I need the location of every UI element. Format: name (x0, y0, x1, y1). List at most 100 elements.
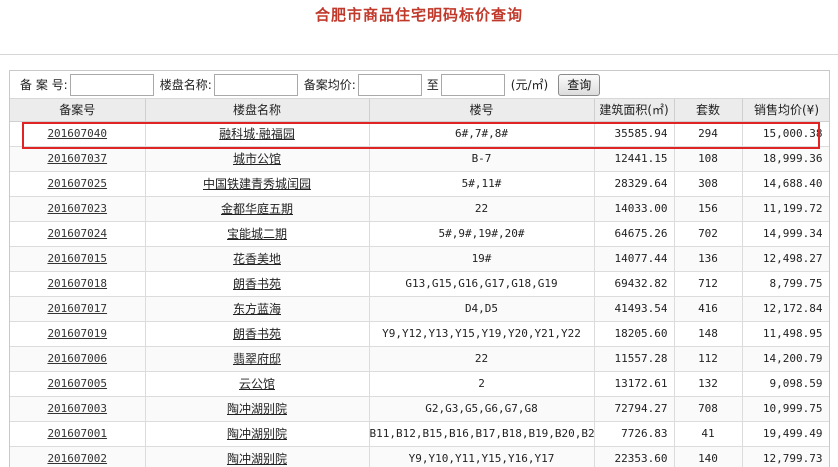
record-no-cell: 201607023 (10, 196, 146, 222)
project-name-link[interactable]: 云公馆 (239, 377, 275, 391)
record-no-label: 备 案 号: (20, 78, 68, 92)
record-no-link[interactable]: 201607025 (47, 177, 107, 190)
table-header-row: 备案号 楼盘名称 楼号 建筑面积(㎡) 套数 销售均价(¥) (10, 99, 829, 122)
record-no-cell: 201607005 (10, 371, 146, 397)
unit-count-cell: 708 (674, 396, 743, 422)
unit-count-cell: 712 (674, 271, 743, 297)
record-no-cell: 201607040 (10, 121, 146, 147)
unit-count-cell: 416 (674, 296, 743, 322)
query-button[interactable]: 查询 (558, 73, 601, 96)
avg-price-cell: 19,499.49 (742, 421, 829, 447)
avg-price-cell: 8,799.75 (742, 271, 829, 297)
record-no-link[interactable]: 201607024 (47, 227, 107, 240)
unit-count-cell: 294 (674, 121, 743, 147)
price-unit-label: (元/㎡) (510, 78, 549, 92)
project-name-input[interactable] (213, 73, 298, 96)
avg-price-cell: 11,498.95 (742, 321, 829, 347)
record-no-link[interactable]: 201607006 (47, 352, 107, 365)
record-no-link[interactable]: 201607040 (47, 127, 107, 140)
page-title: 合肥市商品住宅明码标价查询 (314, 6, 523, 24)
building-no-cell: 22 (369, 196, 595, 222)
record-no-cell: 201607003 (10, 396, 146, 422)
building-no-cell: 5#,9#,19#,20# (369, 221, 595, 247)
col-header-building-no: 楼号 (369, 99, 595, 122)
table-row: 201607002 陶冲湖别院 Y9,Y10,Y11,Y15,Y16,Y17 2235… (10, 446, 829, 467)
project-name-link[interactable]: 翡翠府邸 (233, 352, 281, 366)
project-name-link[interactable]: 陶冲湖别院 (227, 402, 287, 416)
table-row: 201607017 东方蓝海 D4,D5 41493.54 416 12,172.84 (10, 296, 829, 322)
unit-count-cell: 41 (674, 421, 743, 447)
title-divider (0, 54, 838, 55)
table-row: 201607003 陶冲湖别院 G2,G3,G5,G6,G7,G8 72794.27 7… (10, 396, 829, 422)
avg-price-cell: 11,199.72 (742, 196, 829, 222)
project-name-cell: 融科城·融福园 (145, 121, 370, 147)
project-name-link[interactable]: 东方蓝海 (233, 302, 281, 316)
price-table-panel: 备 案 号: 楼盘名称: 备案均价: 至 (元/㎡) 查询 备案号 楼盘名称 楼… (9, 70, 830, 467)
record-no-cell: 201607025 (10, 171, 146, 197)
col-header-unit-count: 套数 (674, 99, 743, 122)
to-label: 至 (426, 78, 439, 92)
unit-count-cell: 132 (674, 371, 743, 397)
project-name-cell: 云公馆 (145, 371, 370, 397)
search-bar: 备 案 号: 楼盘名称: 备案均价: 至 (元/㎡) 查询 (10, 71, 829, 99)
project-name-link[interactable]: 城市公馆 (233, 152, 281, 166)
table-row: 201607006 翡翠府邸 22 11557.28 112 14,200.79 (10, 346, 829, 372)
project-name-link[interactable]: 金都华庭五期 (221, 202, 293, 216)
price-from-input[interactable] (357, 73, 422, 96)
floor-area-cell: 18205.60 (594, 321, 675, 347)
project-name-link[interactable]: 中国铁建青秀城闰园 (203, 177, 311, 191)
record-no-cell: 201607024 (10, 221, 146, 247)
project-name-cell: 宝能城二期 (145, 221, 370, 247)
project-name-link[interactable]: 融科城·融福园 (219, 127, 295, 141)
unit-count-cell: 702 (674, 221, 743, 247)
table-row: 201607019 朗香书苑 Y9,Y12,Y13,Y15,Y19,Y20,Y21,… (10, 321, 829, 347)
record-no-link[interactable]: 201607019 (47, 327, 107, 340)
record-no-link[interactable]: 201607037 (47, 152, 107, 165)
project-name-cell: 东方蓝海 (145, 296, 370, 322)
floor-area-cell: 12441.15 (594, 146, 675, 172)
project-name-link[interactable]: 陶冲湖别院 (227, 427, 287, 441)
unit-count-cell: 136 (674, 246, 743, 272)
col-header-avg-price: 销售均价(¥) (742, 99, 829, 122)
record-no-link[interactable]: 201607003 (47, 402, 107, 415)
building-no-cell: 6#,7#,8# (369, 121, 595, 147)
record-no-link[interactable]: 201607002 (47, 452, 107, 465)
price-to-input[interactable] (440, 73, 505, 96)
record-no-link[interactable]: 201607005 (47, 377, 107, 390)
project-name-link[interactable]: 花香美地 (233, 252, 281, 266)
floor-area-cell: 41493.54 (594, 296, 675, 322)
building-no-cell: 2 (369, 371, 595, 397)
record-no-link[interactable]: 201607023 (47, 202, 107, 215)
avg-price-label: 备案均价: (303, 78, 356, 92)
record-no-link[interactable]: 201607018 (47, 277, 107, 290)
floor-area-cell: 13172.61 (594, 371, 675, 397)
building-no-cell: 5#,11# (369, 171, 595, 197)
project-name-link[interactable]: 宝能城二期 (227, 227, 287, 241)
record-no-cell: 201607002 (10, 446, 146, 467)
unit-count-cell: 112 (674, 346, 743, 372)
project-name-cell: 花香美地 (145, 246, 370, 272)
results-table: 备案号 楼盘名称 楼号 建筑面积(㎡) 套数 销售均价(¥) 201607040… (10, 99, 829, 467)
project-name-cell: 城市公馆 (145, 146, 370, 172)
project-name-cell: 翡翠府邸 (145, 346, 370, 372)
floor-area-cell: 72794.27 (594, 396, 675, 422)
table-row: 201607040 融科城·融福园 6#,7#,8# 35585.94 294 15,00… (10, 121, 829, 147)
col-header-floor-area: 建筑面积(㎡) (594, 99, 675, 122)
project-name-link[interactable]: 朗香书苑 (233, 327, 281, 341)
building-no-cell: G13,G15,G16,G17,G18,G19 (369, 271, 595, 297)
col-header-project-name: 楼盘名称 (145, 99, 370, 122)
project-name-link[interactable]: 朗香书苑 (233, 277, 281, 291)
table-row: 201607037 城市公馆 B-7 12441.15 108 18,999.36 (10, 146, 829, 172)
building-no-cell: Y9,Y12,Y13,Y15,Y19,Y20,Y21,Y22 (369, 321, 595, 347)
record-no-link[interactable]: 201607001 (47, 427, 107, 440)
building-no-cell: 19# (369, 246, 595, 272)
record-no-cell: 201607006 (10, 346, 146, 372)
project-name-link[interactable]: 陶冲湖别院 (227, 452, 287, 466)
table-row: 201607018 朗香书苑 G13,G15,G16,G17,G18,G19 6943… (10, 271, 829, 297)
record-no-link[interactable]: 201607017 (47, 302, 107, 315)
record-no-cell: 201607001 (10, 421, 146, 447)
col-header-record-no: 备案号 (10, 99, 146, 122)
record-no-cell: 201607018 (10, 271, 146, 297)
record-no-input[interactable] (69, 73, 154, 96)
record-no-link[interactable]: 201607015 (47, 252, 107, 265)
